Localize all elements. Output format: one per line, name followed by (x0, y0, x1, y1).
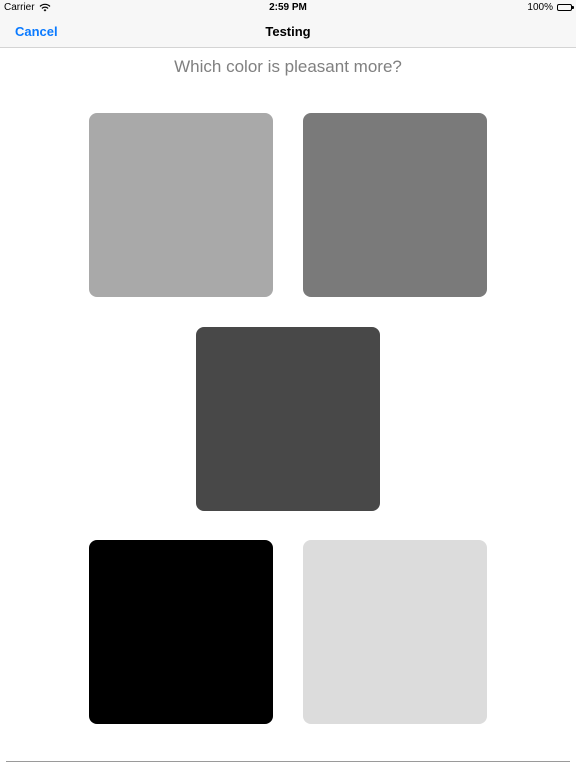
color-swatch[interactable] (89, 113, 273, 297)
navigation-bar: Cancel Testing (0, 16, 576, 48)
bottom-divider (6, 761, 570, 762)
status-time: 2:59 PM (269, 2, 307, 13)
battery-percent: 100% (527, 2, 553, 13)
color-swatch[interactable] (196, 327, 380, 511)
battery-icon (557, 4, 574, 11)
status-right: 100% (527, 2, 574, 13)
status-bar: Carrier 2:59 PM 100% (0, 0, 576, 16)
color-swatch[interactable] (303, 113, 487, 297)
nav-title: Testing (265, 24, 311, 39)
color-swatch[interactable] (303, 540, 487, 724)
question-prompt: Which color is pleasant more? (174, 57, 402, 76)
color-swatch[interactable] (89, 540, 273, 724)
